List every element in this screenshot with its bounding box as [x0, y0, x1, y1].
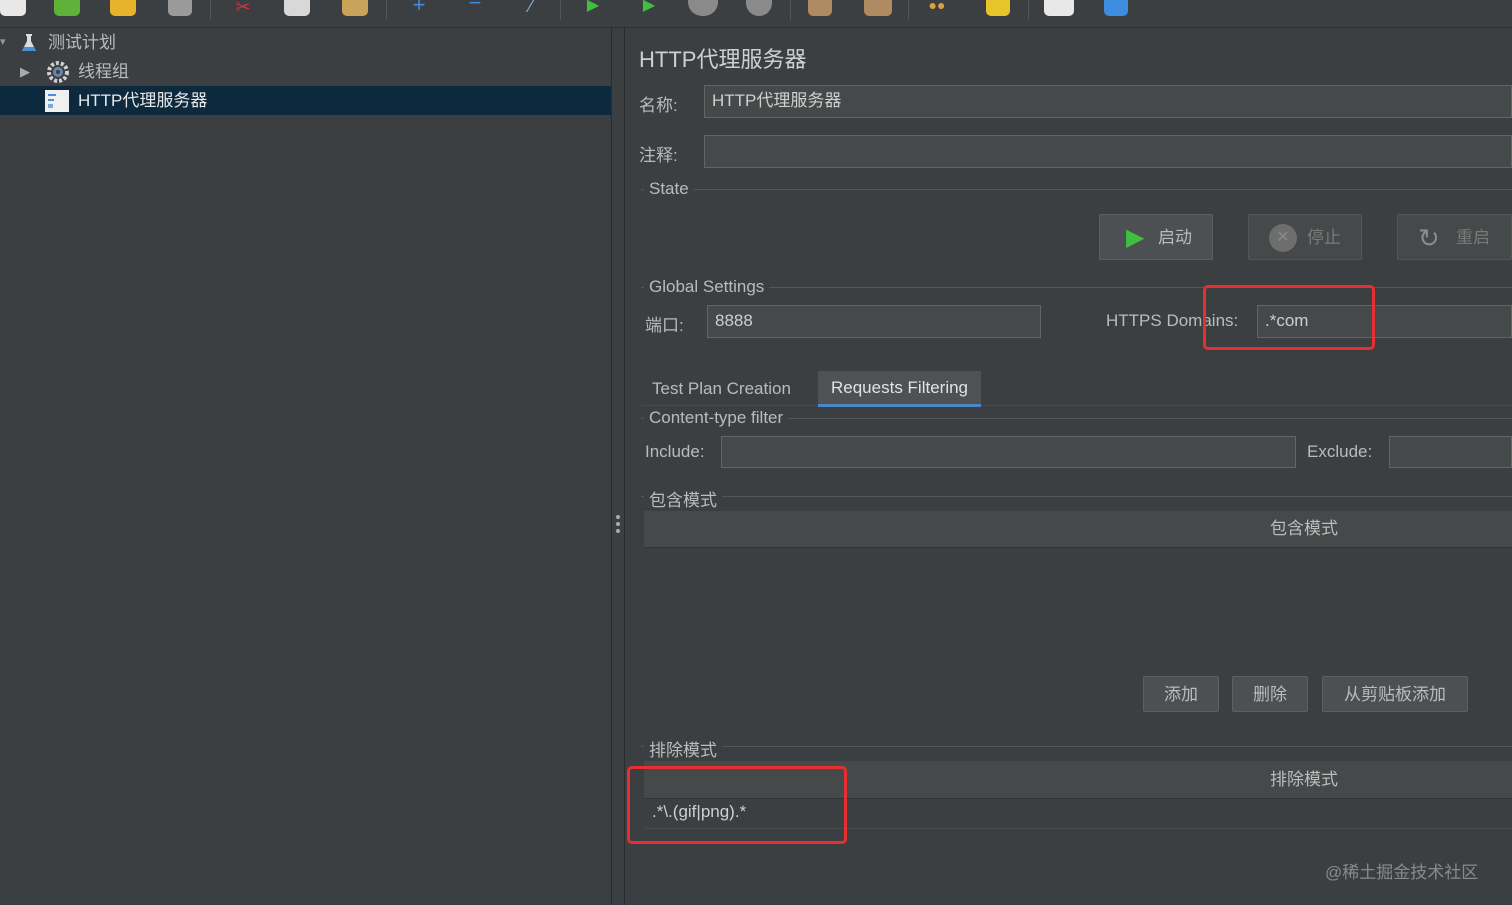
new-icon[interactable]	[0, 0, 26, 16]
clear-all-icon[interactable]	[864, 0, 892, 16]
name-field[interactable]: HTTP代理服务器	[704, 85, 1512, 118]
tree-item-http-proxy[interactable]: HTTP代理服务器	[0, 86, 611, 115]
toolbar: ✂ + − ⁄ ▶ ▶ ●●	[0, 0, 1512, 28]
start-button[interactable]: ▶ 启动	[1099, 214, 1213, 260]
port-field[interactable]: 8888	[707, 305, 1041, 338]
tree-item-label: 测试计划	[48, 33, 116, 52]
add-pattern-button[interactable]: 添加	[1143, 676, 1219, 712]
open-icon[interactable]	[110, 0, 136, 16]
comment-field[interactable]	[704, 135, 1512, 168]
stop-icon[interactable]	[688, 0, 718, 16]
test-plan-icon	[18, 32, 40, 54]
include-patterns-table-header: 包含模式	[644, 511, 1512, 548]
split-pane-divider[interactable]	[611, 28, 625, 905]
reset-search-icon[interactable]	[986, 0, 1010, 16]
include-patterns-title: 包含模式	[644, 486, 722, 511]
collapse-arrow-icon[interactable]: ▾	[0, 28, 6, 57]
include-patterns-table-body[interactable]	[644, 547, 1512, 657]
shutdown-icon[interactable]	[746, 0, 772, 16]
stop-button-label: 停止	[1307, 228, 1341, 247]
exclude-label: Exclude:	[1307, 442, 1373, 461]
comment-label: 注释:	[639, 146, 678, 165]
restart-icon: ↻	[1418, 223, 1440, 253]
templates-icon[interactable]	[54, 0, 80, 16]
delete-pattern-button[interactable]: 删除	[1232, 676, 1308, 712]
stop-icon: ✕	[1269, 224, 1297, 252]
highlight-exclude-box	[627, 766, 847, 844]
toggle-icon[interactable]: ⁄	[518, 0, 544, 16]
exclude-field[interactable]	[1389, 436, 1512, 468]
start-button-label: 启动	[1158, 228, 1192, 247]
content-type-filter-title: Content-type filter	[644, 408, 789, 428]
proxy-server-icon	[44, 89, 69, 112]
highlight-https-box	[1203, 285, 1375, 350]
port-label: 端口:	[645, 316, 684, 335]
collapse-icon[interactable]: −	[462, 0, 488, 16]
tree-item-label: HTTP代理服务器	[78, 91, 208, 110]
add-from-clipboard-button[interactable]: 从剪贴板添加	[1322, 676, 1468, 712]
global-settings-title: Global Settings	[644, 277, 770, 297]
save-icon[interactable]	[168, 0, 192, 16]
tab-requests-filtering[interactable]: Requests Filtering	[818, 371, 982, 407]
start-icon[interactable]: ▶	[580, 0, 606, 16]
expand-arrow-icon[interactable]: ▶	[20, 57, 30, 86]
stop-button[interactable]: ✕ 停止	[1248, 214, 1362, 260]
function-helper-icon[interactable]	[1044, 0, 1074, 16]
thread-group-icon	[45, 60, 69, 83]
copy-icon[interactable]	[284, 0, 310, 16]
cut-icon[interactable]: ✂	[230, 0, 256, 16]
include-field[interactable]	[721, 436, 1296, 468]
expand-icon[interactable]: +	[406, 0, 432, 16]
exclude-patterns-title: 排除模式	[644, 736, 722, 761]
include-label: Include:	[645, 442, 705, 461]
tree-item-test-plan[interactable]: ▾ 测试计划	[0, 28, 611, 57]
watermark: @稀土掘金技术社区	[1325, 863, 1479, 882]
start-no-pause-icon[interactable]: ▶	[636, 0, 662, 16]
include-patterns-column[interactable]: 包含模式	[1270, 511, 1338, 547]
help-icon[interactable]	[1104, 0, 1128, 16]
name-label: 名称:	[639, 96, 678, 115]
restart-button-label: 重启	[1456, 228, 1490, 247]
paste-icon[interactable]	[342, 0, 368, 16]
tree-item-thread-group[interactable]: ▶ 线程组	[0, 57, 611, 86]
state-section-title: State	[644, 179, 694, 199]
start-icon: ▶	[1126, 224, 1145, 251]
clear-icon[interactable]	[808, 0, 832, 16]
tab-test-plan-creation[interactable]: Test Plan Creation	[639, 372, 804, 406]
restart-button[interactable]: ↻ 重启	[1397, 214, 1512, 260]
page-title: HTTP代理服务器	[639, 47, 807, 72]
tree-item-label: 线程组	[78, 62, 129, 81]
search-icon[interactable]: ●●	[924, 0, 950, 16]
test-tree: ▾ 测试计划 ▶ 线程组 HTTP代理服务器	[0, 28, 611, 905]
exclude-patterns-column[interactable]: 排除模式	[1270, 761, 1338, 798]
